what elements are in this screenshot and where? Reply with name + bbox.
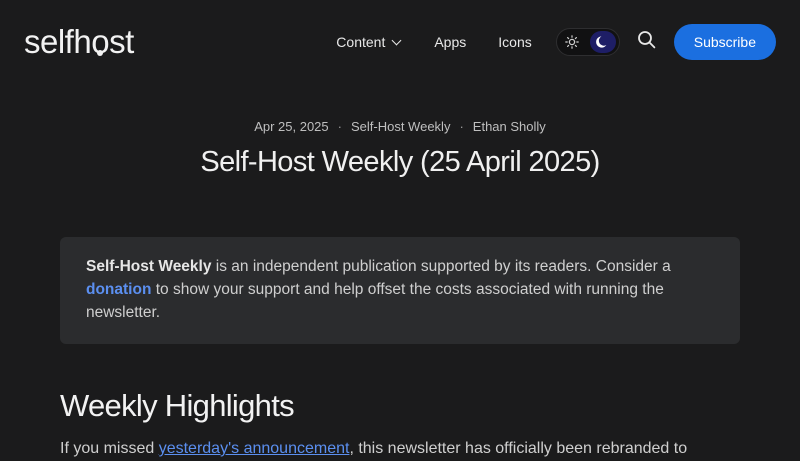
callout-bold-lead: Self-Host Weekly	[86, 258, 212, 275]
intro-paragraph: If you missed yesterday's announcement, …	[60, 437, 760, 461]
section-heading-weekly-highlights: Weekly Highlights	[60, 388, 295, 423]
logo-text-left: selfh	[24, 23, 92, 60]
article-tag-link[interactable]: Self-Host Weekly	[351, 119, 450, 134]
chevron-down-icon	[391, 35, 402, 45]
logo-o-mark: o	[91, 22, 109, 62]
paragraph-text-2: , this newsletter has officially been re…	[349, 440, 688, 457]
callout-text-2: to show your support and help offset the…	[86, 281, 664, 321]
nav-content-label: Content	[336, 34, 386, 50]
nav-content-dropdown[interactable]: Content	[336, 34, 402, 50]
article-date: Apr 25, 2025	[254, 119, 329, 134]
theme-toggle[interactable]	[555, 28, 620, 56]
article-author-link[interactable]: Ethan Sholly	[473, 119, 546, 134]
search-icon	[637, 30, 656, 54]
article-title: Self-Host Weekly (25 April 2025)	[200, 146, 600, 178]
logo-text-right: st	[109, 23, 134, 60]
moon-icon	[589, 31, 616, 53]
nav-icons-label: Icons	[498, 34, 532, 50]
nav-apps-link[interactable]: Apps	[434, 34, 466, 50]
subscribe-button[interactable]: Subscribe	[673, 24, 776, 60]
sun-icon	[563, 33, 581, 51]
donation-link[interactable]: donation	[86, 281, 151, 298]
search-button[interactable]	[636, 31, 658, 53]
meta-separator: ·	[337, 119, 342, 134]
nav-icons-link[interactable]: Icons	[498, 34, 531, 50]
support-callout: Self-Host Weekly is an independent publi…	[60, 237, 740, 344]
nav-apps-label: Apps	[434, 34, 467, 50]
announcement-link[interactable]: yesterday's announcement	[159, 440, 350, 457]
article-meta: Apr 25, 2025 · Self-Host Weekly · Ethan Shol…	[0, 119, 800, 134]
main-nav: Content Apps Icons Subscribe	[336, 24, 776, 60]
paragraph-text-1: If you missed	[60, 440, 159, 457]
site-header: selfho st Content Apps Icons Subscribe	[0, 0, 800, 84]
callout-text-1: is an independent publication supported …	[211, 258, 671, 275]
meta-separator: ·	[459, 119, 464, 134]
site-logo[interactable]: selfho st	[24, 22, 134, 62]
